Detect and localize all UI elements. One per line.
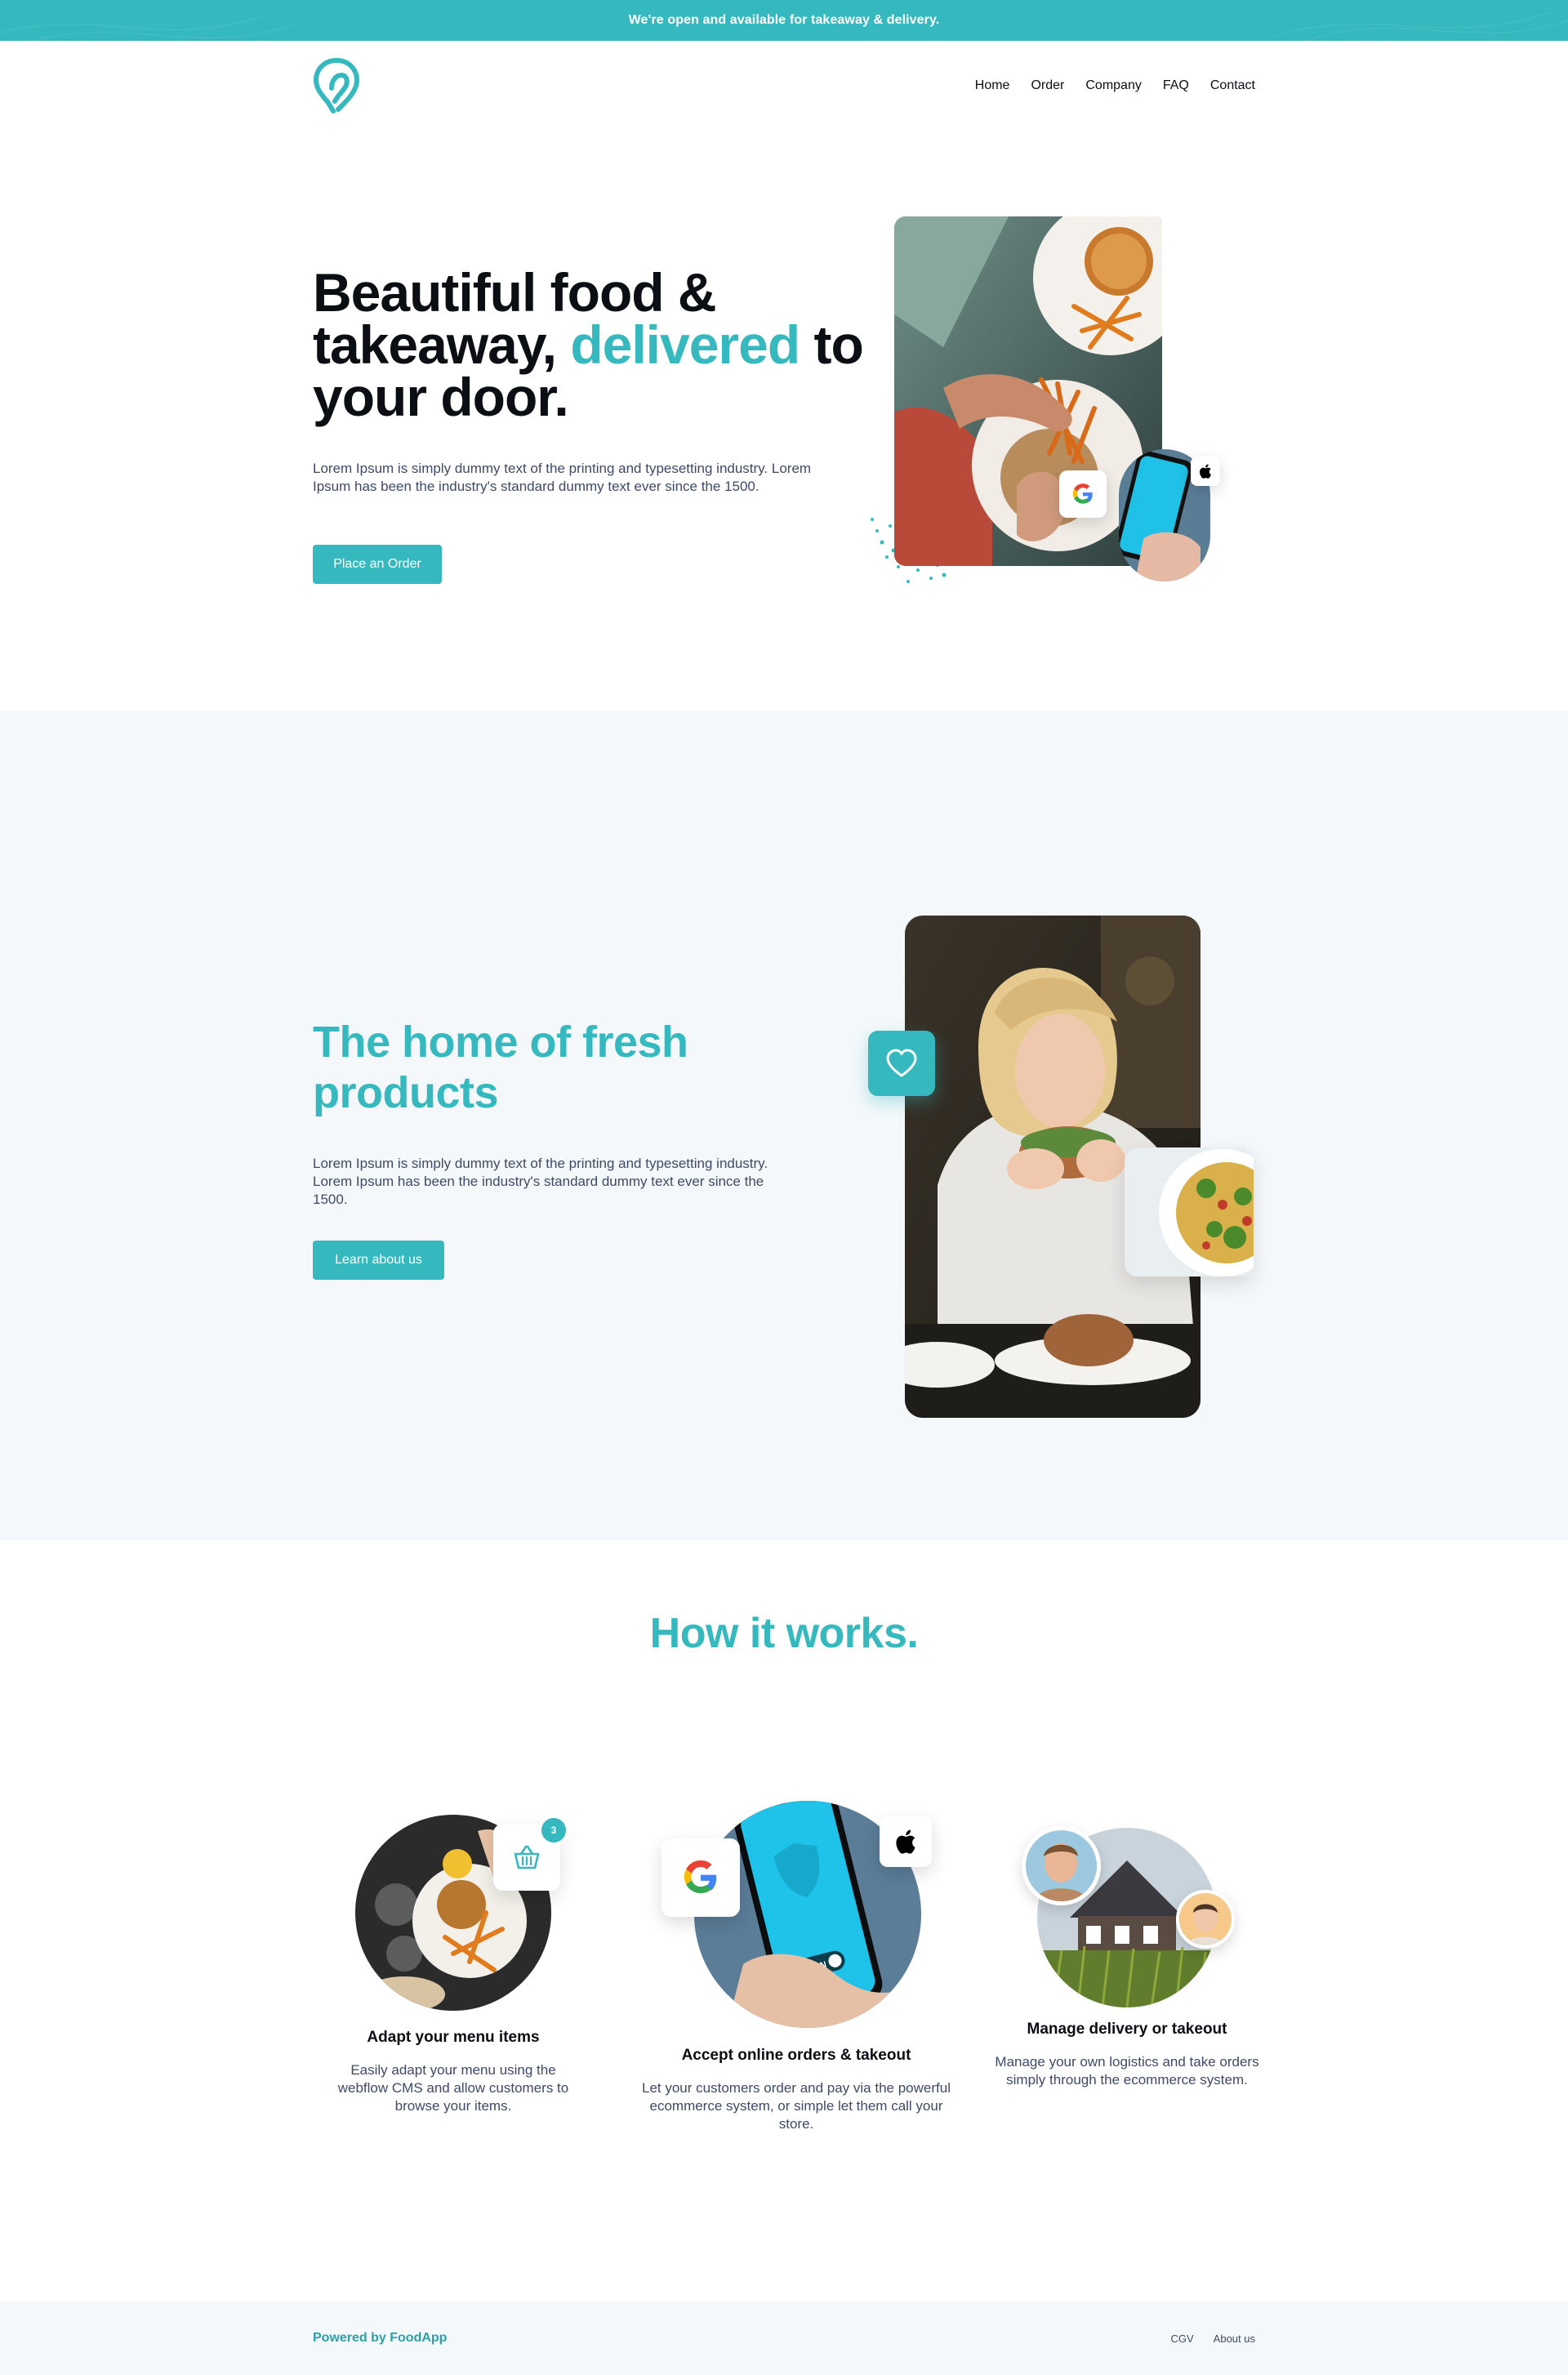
cart-count-badge: 3	[541, 1818, 566, 1843]
google-play-icon[interactable]	[1059, 470, 1107, 518]
google-play-icon[interactable]	[662, 1838, 740, 1917]
about-description: Lorem Ipsum is simply dummy text of the …	[313, 1156, 768, 1207]
footer-link-about[interactable]: About us	[1214, 2333, 1255, 2345]
nav-contact[interactable]: Contact	[1210, 78, 1255, 93]
heart-icon[interactable]	[868, 1031, 935, 1096]
place-order-button[interactable]: Place an Order	[313, 545, 442, 584]
step-card-3: Manage delivery or takeout Manage your o…	[984, 2021, 1270, 2089]
footer	[0, 2301, 1568, 2375]
step-description: Easily adapt your menu using the webflow…	[337, 2062, 569, 2114]
hero-description: Lorem Ipsum is simply dummy text of the …	[313, 461, 812, 494]
learn-about-button[interactable]: Learn about us	[313, 1241, 444, 1280]
footer-links: CGV About us	[1171, 2333, 1256, 2345]
announcement-bar: We're open and available for takeaway & …	[0, 0, 1568, 41]
main-nav: Home Order Company FAQ Contact	[975, 78, 1255, 93]
step-description: Manage your own logistics and take order…	[995, 2054, 1259, 2088]
avatar	[1022, 1826, 1101, 1905]
nav-order[interactable]: Order	[1031, 78, 1064, 93]
step-card-2: Accept online orders & takeout Let your …	[629, 2047, 964, 2133]
footer-link-cgv[interactable]: CGV	[1171, 2333, 1194, 2345]
about-section	[0, 711, 1568, 1540]
hero-title: Beautiful food & takeaway, delivered to …	[313, 265, 868, 424]
how-it-works-title: How it works.	[649, 1610, 919, 1657]
footer-brand[interactable]: Powered by FoodApp	[313, 2331, 447, 2346]
apple-store-icon[interactable]	[880, 1816, 932, 1867]
avatar	[1176, 1890, 1235, 1949]
apple-store-icon[interactable]	[1191, 457, 1220, 486]
about-title: The home of fresh products	[313, 1018, 688, 1117]
hero-title-accent: delivered	[570, 314, 800, 375]
salad-photo	[1125, 1147, 1254, 1277]
nav-faq[interactable]: FAQ	[1163, 78, 1189, 93]
topbar-pattern	[0, 11, 1568, 41]
step-title: Accept online orders & takeout	[681, 2047, 911, 2064]
nav-company[interactable]: Company	[1085, 78, 1141, 93]
step-title: Manage delivery or takeout	[1027, 2021, 1227, 2038]
nav-home[interactable]: Home	[975, 78, 1010, 93]
step-title: Adapt your menu items	[367, 2029, 540, 2046]
brand-logo-icon[interactable]	[312, 56, 361, 116]
step-card-1: Adapt your menu items Easily adapt your …	[314, 2029, 592, 2115]
step-description: Let your customers order and pay via the…	[642, 2080, 951, 2132]
